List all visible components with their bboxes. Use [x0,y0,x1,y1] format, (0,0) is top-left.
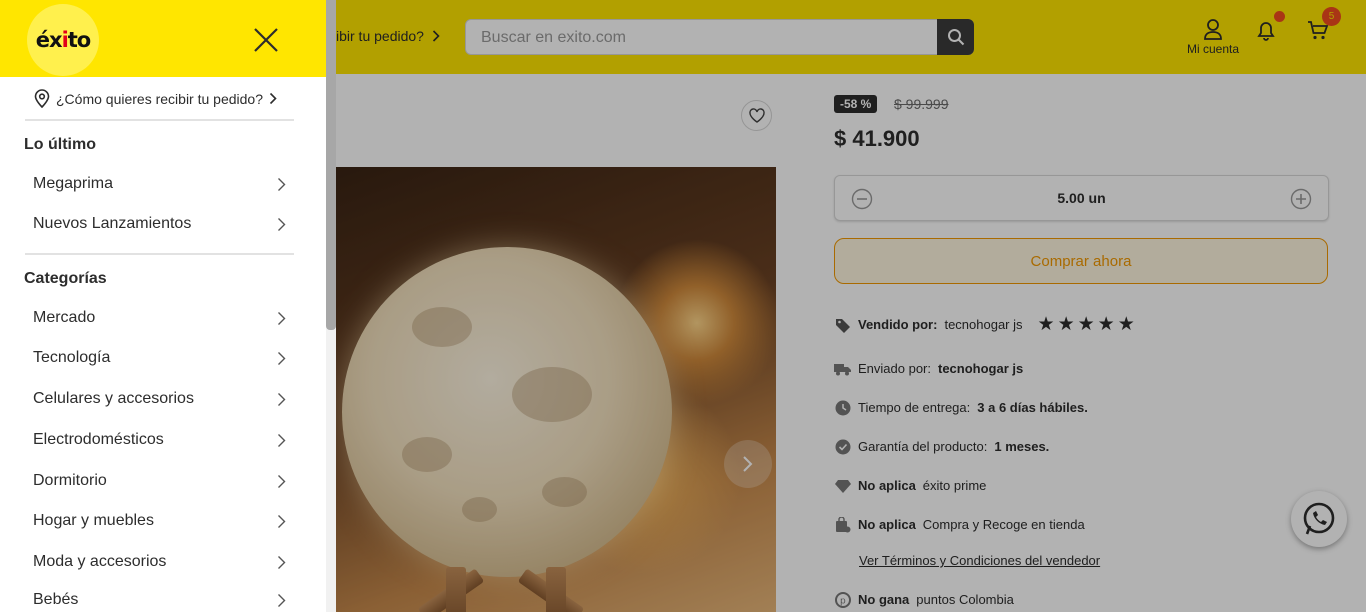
menu-item-mercado[interactable]: Mercado [33,306,289,330]
menu-item-label: Electrodomésticos [33,431,164,448]
chevron-right-icon [269,92,277,105]
logo-text-end: to [67,28,91,52]
divider [25,119,294,121]
menu-item-label: Megaprima [33,175,114,192]
menu-item-electrodomesticos[interactable]: Electrodomésticos [33,428,289,452]
section-categories-heading: Categorías [24,270,107,287]
menu-item-moda[interactable]: Moda y accesorios [33,550,289,574]
menu-item-celulares[interactable]: Celulares y accesorios [33,387,289,411]
menu-item-megaprima[interactable]: Megaprima [33,172,289,196]
menu-item-bebes[interactable]: Bebés [33,588,289,612]
chevron-right-icon [278,351,286,365]
logo-text-start: éx [35,28,63,52]
menu-item-label: Tecnología [33,349,111,366]
delivery-method-link[interactable]: ¿Cómo quieres recibir tu pedido? [34,89,277,108]
chevron-right-icon [278,514,286,528]
chevron-right-icon [278,433,286,447]
menu-item-label: Mercado [33,309,96,326]
chevron-right-icon [278,555,286,569]
drawer-scrollbar-thumb[interactable] [326,0,336,330]
menu-item-hogar-muebles[interactable]: Hogar y muebles [33,509,289,533]
chevron-right-icon [278,177,286,191]
section-latest-heading: Lo último [24,136,96,153]
menu-item-label: Hogar y muebles [33,512,154,529]
menu-item-label: Nuevos Lanzamientos [33,215,192,232]
menu-item-label: Celulares y accesorios [33,390,194,407]
chevron-right-icon [278,474,286,488]
menu-item-label: Bebés [33,591,79,608]
menu-item-nuevos-lanzamientos[interactable]: Nuevos Lanzamientos [33,212,289,236]
menu-item-label: Moda y accesorios [33,553,167,570]
chevron-right-icon [278,392,286,406]
delivery-method-text: ¿Cómo quieres recibir tu pedido? [56,90,263,107]
chevron-right-icon [278,311,286,325]
menu-item-tecnologia[interactable]: Tecnología [33,346,289,370]
chevron-right-icon [278,217,286,231]
location-pin-icon [34,89,50,108]
chevron-right-icon [278,593,286,607]
exito-logo[interactable]: éx i to [27,4,99,76]
menu-item-label: Dormitorio [33,472,107,489]
drawer-header: éx i to [0,0,326,77]
menu-item-dormitorio[interactable]: Dormitorio [33,469,289,493]
side-menu-drawer: éx i to ¿Cómo quieres recibir tu pedido? L… [0,0,336,612]
divider [25,253,294,255]
close-icon[interactable] [250,24,282,56]
